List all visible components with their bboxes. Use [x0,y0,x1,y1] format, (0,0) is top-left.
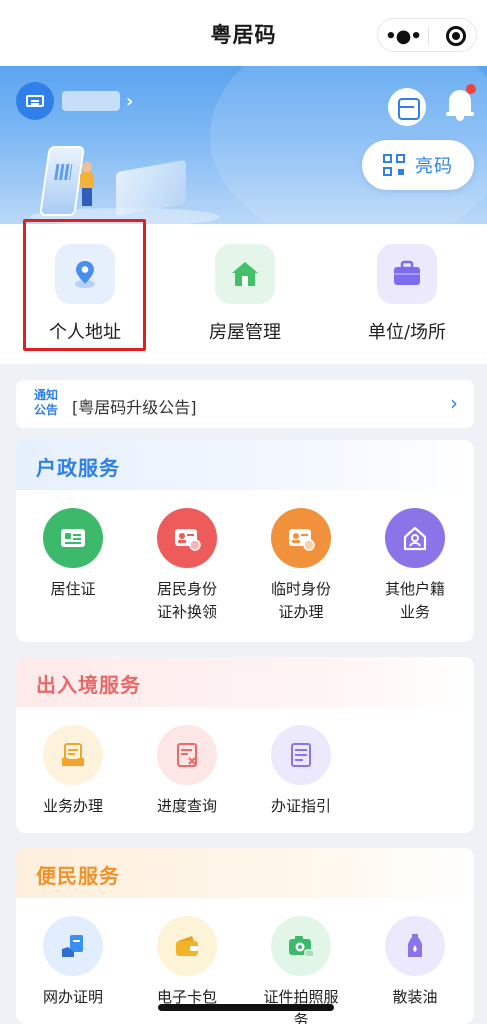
section-title: 出入境服务 [36,673,141,697]
service-business-handling[interactable]: 业务办理 [16,725,130,825]
show-code-button[interactable]: 亮码 [362,140,474,190]
service-bulk-oil[interactable]: 散装油 [358,916,472,1016]
notice-text: [粤居码升级公告] [72,398,197,417]
section-exit-entry-services: 出入境服务 业务办理 进度查询 办证指引 [16,657,474,833]
document-cross-icon [157,725,217,785]
service-online-certificate[interactable]: 网办证明 [16,916,130,1016]
house-person-icon [385,508,445,568]
notification-bell-icon[interactable] [444,84,476,124]
service-residence-permit[interactable]: 居住证 [16,508,130,628]
service-id-card-replacement[interactable]: 居民身份 证补换领 [130,508,244,628]
notice-tag: 通知 公告 [33,388,58,417]
service-other-household[interactable]: 其他户籍 业务 [358,508,472,628]
user-card-icon [16,82,54,120]
service-label: 临时身份 证办理 [270,580,331,621]
notification-dot [466,84,476,94]
section-header: 户政服务 [16,440,474,490]
chevron-right-icon: › [450,391,458,415]
scan-icon[interactable] [388,88,426,126]
section-header: 出入境服务 [16,657,474,707]
service-label: 网办证明 [42,988,103,1006]
capsule-divider [428,27,429,45]
close-target-icon[interactable] [446,26,466,46]
header-banner: › 亮码 [0,66,487,224]
oil-bottle-icon [385,916,445,976]
qr-code-icon [383,154,405,176]
service-label: 居住证 [50,580,96,598]
home-indicator [158,1004,334,1011]
menu-label: 房屋管理 [209,322,281,343]
service-label: 业务办理 [42,797,103,815]
section-title: 户政服务 [36,456,120,480]
service-label: 居民身份 证补换领 [156,580,217,621]
chevron-right-icon: › [126,90,134,112]
menu-unit-venue[interactable]: 单位/场所 [337,224,477,364]
service-temporary-id[interactable]: 临时身份 证办理 [244,508,358,628]
id-card-icon [43,508,103,568]
service-label: 散装油 [392,988,438,1006]
house-icon [215,244,275,304]
section-convenience-services: 便民服务 网办证明 电子卡包 证件拍照服 务 散装油 [16,848,474,1024]
wallet-icon [157,916,217,976]
certificate-hand-icon [43,916,103,976]
show-code-label: 亮码 [415,156,453,177]
service-label: 办证指引 [270,797,331,815]
section-title: 便民服务 [36,864,120,888]
document-tray-icon [43,725,103,785]
highlight-annotation-box [23,219,146,351]
notice-bar[interactable]: 通知 公告 [粤居码升级公告] › [16,380,474,428]
briefcase-icon [377,244,437,304]
temp-id-card-icon [271,508,331,568]
service-label: 其他户籍 业务 [384,580,445,621]
id-card-swap-icon [157,508,217,568]
more-options-icon[interactable]: •●• [378,19,428,53]
menu-house-management[interactable]: 房屋管理 [175,224,315,364]
section-header: 便民服务 [16,848,474,898]
service-label: 进度查询 [156,797,217,815]
document-lines-icon [271,725,331,785]
section-household-services: 户政服务 居住证 居民身份 证补换领 临时身份 证办理 其他户籍 业务 [16,440,474,642]
service-id-photo[interactable]: 证件拍照服 务 [244,916,358,1024]
mini-program-capsule: •●• [377,18,477,52]
service-e-wallet[interactable]: 电子卡包 [130,916,244,1016]
user-profile-link[interactable]: › [16,82,133,120]
navigation-bar: 粤居码 •●• [0,0,487,66]
service-certificate-guide[interactable]: 办证指引 [244,725,358,825]
camera-id-icon [271,916,331,976]
service-progress-query[interactable]: 进度查询 [130,725,244,825]
user-name-blurred [62,91,120,111]
menu-label: 单位/场所 [367,322,447,343]
banner-illustration [30,136,220,224]
